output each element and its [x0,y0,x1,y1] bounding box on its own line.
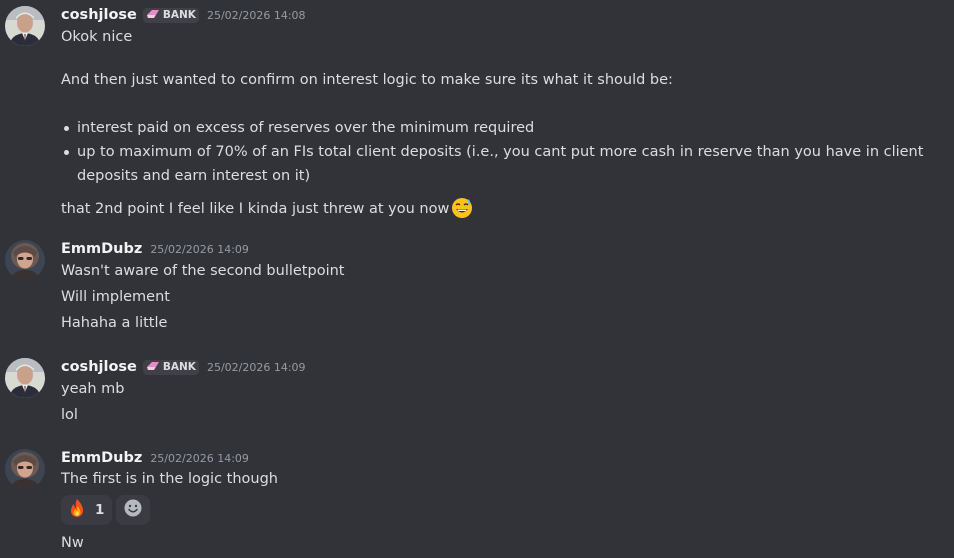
avatar[interactable] [5,6,45,46]
add-reaction-icon [123,498,143,522]
list-item: interest paid on excess of reserves over… [61,116,946,140]
message-header: coshjlose BANK 25/02/2026 14:08 [61,5,306,25]
message-text: Hahaha a little [61,315,168,331]
message-text: Okok nice [61,29,133,45]
fire-emoji [67,498,87,522]
list-item: up to maximum of 70% of an FIs total cli… [61,140,949,188]
sweat-smile-emoji [451,197,473,225]
username[interactable]: EmmDubz [61,241,142,257]
role-tag-label: BANK [162,361,196,373]
message-header: coshjlose BANK 25/02/2026 14:09 [61,357,306,377]
timestamp: 25/02/2026 14:08 [206,8,306,22]
message-text: The first is in the logic though [61,471,278,487]
timestamp: 25/02/2026 14:09 [206,360,306,374]
message-text: that 2nd point I feel like I kinda just … [61,201,450,217]
eraser-icon [146,361,160,374]
message-text: lol [61,407,78,423]
role-tag-label: BANK [162,9,196,21]
reaction-fire[interactable]: 1 [61,495,113,525]
timestamp: 25/02/2026 14:09 [150,242,249,256]
role-tag[interactable]: BANK [142,7,199,23]
message-text-line: that 2nd point I feel like I kinda just … [61,197,473,225]
message-group-emmdubz-1: EmmDubz 25/02/2026 14:09 Wasn't aware of… [0,235,954,340]
reaction-count: 1 [95,502,105,518]
reactions-bar: 1 [61,495,151,525]
message-group-coshjlose-1: coshjlose BANK 25/02/2026 14:08 Okok nic… [0,0,954,230]
eraser-icon [146,9,160,22]
message-text: yeah mb [61,381,125,397]
avatar[interactable] [5,240,45,280]
timestamp: 25/02/2026 14:09 [150,451,249,465]
username[interactable]: coshjlose [61,7,137,23]
username[interactable]: coshjlose [61,359,137,375]
message-group-coshjlose-2: coshjlose BANK 25/02/2026 14:09 yeah mb … [0,352,954,432]
message-text: Wasn't aware of the second bulletpoint [61,263,345,279]
avatar[interactable] [5,449,45,489]
avatar[interactable] [5,358,45,398]
message-text: And then just wanted to confirm on inter… [61,72,673,88]
bullet-list: interest paid on excess of reserves over… [61,116,946,188]
message-header: EmmDubz 25/02/2026 14:09 [61,448,249,468]
message-text: Will implement [61,289,170,305]
add-reaction-button[interactable] [116,495,151,525]
message-header: EmmDubz 25/02/2026 14:09 [61,239,249,259]
role-tag[interactable]: BANK [142,359,199,375]
username[interactable]: EmmDubz [61,450,142,466]
message-text: Nw [61,535,84,551]
message-group-emmdubz-2: EmmDubz 25/02/2026 14:09 The first is in… [0,444,954,558]
